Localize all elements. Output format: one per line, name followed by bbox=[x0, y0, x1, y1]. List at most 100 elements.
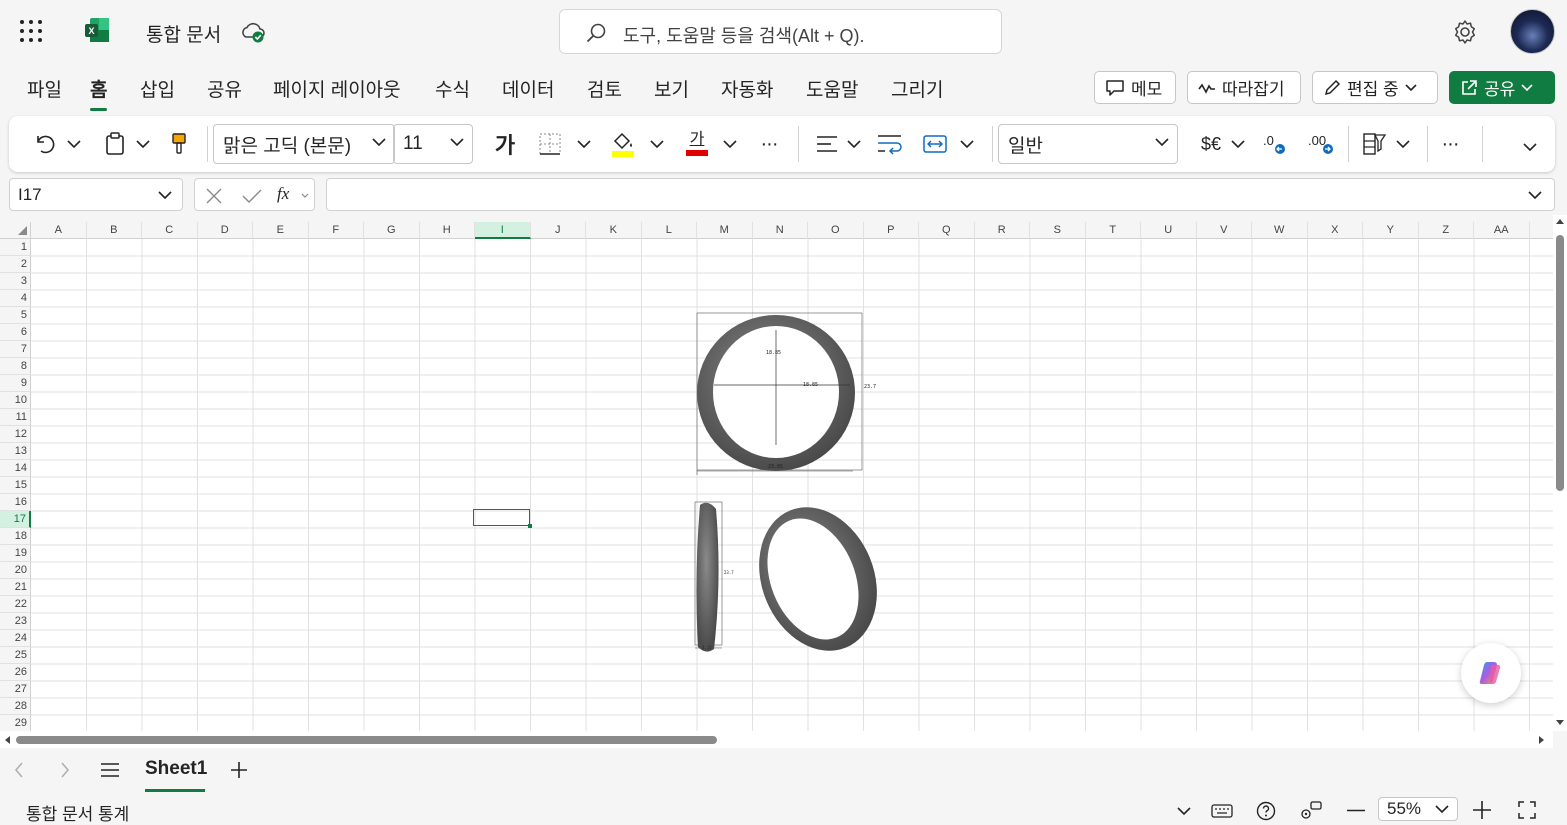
merge-dropdown[interactable] bbox=[957, 128, 977, 160]
column-header[interactable]: Y bbox=[1363, 222, 1419, 239]
column-header[interactable]: K bbox=[586, 222, 642, 239]
column-header[interactable]: P bbox=[864, 222, 919, 239]
tab-view[interactable]: 보기 bbox=[654, 75, 689, 102]
row-header[interactable]: 2 bbox=[0, 256, 31, 273]
number-format-dropdown[interactable]: 일반 bbox=[998, 124, 1178, 164]
app-launcher-icon[interactable] bbox=[20, 20, 42, 42]
column-header[interactable]: T bbox=[1086, 222, 1141, 239]
font-name-dropdown[interactable]: 맑은 고딕 (본문) bbox=[213, 124, 395, 164]
editing-mode-button[interactable]: 편집 중 bbox=[1312, 71, 1438, 104]
conditional-format-button[interactable] bbox=[1361, 128, 1389, 160]
tab-share[interactable]: 공유 bbox=[207, 75, 242, 102]
enter-icon[interactable] bbox=[241, 187, 263, 205]
row-header[interactable]: 26 bbox=[0, 664, 31, 681]
tab-formulas[interactable]: 수식 bbox=[435, 75, 470, 102]
align-dropdown[interactable] bbox=[844, 128, 864, 160]
paste-dropdown[interactable] bbox=[133, 128, 153, 160]
column-header[interactable]: A bbox=[31, 222, 87, 239]
row-header[interactable]: 21 bbox=[0, 579, 31, 596]
column-header[interactable]: D bbox=[198, 222, 253, 239]
currency-dropdown[interactable] bbox=[1228, 128, 1248, 160]
column-header[interactable]: S bbox=[1030, 222, 1086, 239]
merge-button[interactable] bbox=[921, 128, 949, 160]
ring-drawing-image[interactable]: 18.85 18.85 23.7 23.85 23.7 3.15 bbox=[690, 310, 890, 655]
spreadsheet-grid[interactable]: A B C D E F G H I J K L M N O P Q R S T U V W X Y Z AA 1 2 3 4 5 6 7 8 9 10… bbox=[0, 222, 1553, 731]
column-header[interactable]: Z bbox=[1419, 222, 1474, 239]
catch-up-button[interactable]: 따라잡기 bbox=[1187, 71, 1301, 104]
borders-dropdown[interactable] bbox=[574, 128, 594, 160]
all-sheets-menu-icon[interactable] bbox=[100, 762, 120, 778]
row-header[interactable]: 28 bbox=[0, 698, 31, 715]
row-header[interactable]: 5 bbox=[0, 307, 31, 324]
row-header[interactable]: 17 bbox=[0, 511, 31, 528]
fullscreen-icon[interactable] bbox=[1518, 801, 1536, 819]
column-header[interactable]: X bbox=[1308, 222, 1363, 239]
tab-help[interactable]: 도움말 bbox=[806, 75, 858, 102]
row-header[interactable]: 27 bbox=[0, 681, 31, 698]
ribbon-expand-button[interactable] bbox=[1520, 131, 1540, 163]
row-header[interactable]: 16 bbox=[0, 494, 31, 511]
row-header[interactable]: 23 bbox=[0, 613, 31, 630]
column-header[interactable]: E bbox=[253, 222, 309, 239]
formula-input[interactable] bbox=[326, 178, 1555, 211]
row-header[interactable]: 15 bbox=[0, 477, 31, 494]
decrease-decimal-button[interactable]: .0 bbox=[1259, 128, 1289, 160]
column-header[interactable]: R bbox=[975, 222, 1030, 239]
memo-button[interactable]: 메모 bbox=[1094, 71, 1176, 104]
share-button[interactable]: 공유 bbox=[1449, 71, 1555, 104]
keyboard-icon[interactable] bbox=[1211, 803, 1233, 819]
zoom-in-icon[interactable] bbox=[1473, 801, 1491, 819]
select-all-corner[interactable] bbox=[0, 222, 31, 239]
column-header[interactable]: C bbox=[142, 222, 198, 239]
currency-button[interactable]: $€ bbox=[1197, 128, 1225, 160]
document-title[interactable]: 통합 문서 bbox=[146, 20, 221, 47]
cancel-icon[interactable] bbox=[205, 187, 223, 205]
column-header[interactable]: N bbox=[753, 222, 808, 239]
increase-decimal-button[interactable]: .00 bbox=[1306, 128, 1336, 160]
next-sheet-icon[interactable] bbox=[60, 762, 70, 778]
row-header[interactable]: 22 bbox=[0, 596, 31, 613]
row-header[interactable]: 14 bbox=[0, 460, 31, 477]
tab-review[interactable]: 검토 bbox=[587, 75, 622, 102]
row-header[interactable]: 8 bbox=[0, 358, 31, 375]
tab-draw[interactable]: 그리기 bbox=[891, 75, 943, 102]
row-header[interactable]: 10 bbox=[0, 392, 31, 409]
workbook-statistics[interactable]: 통합 문서 통계 bbox=[26, 800, 129, 825]
align-button[interactable] bbox=[814, 128, 840, 160]
chevron-down-icon[interactable] bbox=[1528, 191, 1542, 200]
borders-button[interactable] bbox=[536, 128, 564, 160]
row-header[interactable]: 13 bbox=[0, 443, 31, 460]
insert-function-button[interactable]: fx bbox=[277, 184, 289, 204]
tab-home[interactable]: 홈 bbox=[90, 75, 108, 111]
scroll-left-icon[interactable] bbox=[4, 736, 10, 744]
vertical-scroll-thumb[interactable] bbox=[1556, 235, 1564, 491]
column-header[interactable]: B bbox=[87, 222, 142, 239]
vertical-scrollbar[interactable] bbox=[1553, 215, 1567, 731]
tab-file[interactable]: 파일 bbox=[27, 75, 62, 102]
column-header[interactable]: I bbox=[475, 222, 531, 239]
help-icon[interactable] bbox=[1256, 801, 1276, 821]
column-header[interactable]: U bbox=[1141, 222, 1197, 239]
row-header[interactable]: 9 bbox=[0, 375, 31, 392]
horizontal-scroll-thumb[interactable] bbox=[16, 736, 717, 744]
column-header[interactable]: O bbox=[808, 222, 864, 239]
row-header[interactable]: 12 bbox=[0, 426, 31, 443]
font-size-dropdown[interactable]: 11 bbox=[393, 124, 473, 164]
font-color-button[interactable]: 가 bbox=[683, 128, 711, 160]
tab-data[interactable]: 데이터 bbox=[502, 75, 554, 102]
zoom-out-icon[interactable] bbox=[1347, 809, 1365, 812]
fill-color-button[interactable] bbox=[609, 128, 637, 160]
bold-button[interactable]: 가 bbox=[490, 128, 520, 160]
tab-insert[interactable]: 삽입 bbox=[140, 75, 175, 102]
row-header[interactable]: 1 bbox=[0, 239, 31, 256]
more-options-button[interactable]: ··· bbox=[1434, 128, 1466, 160]
active-cell[interactable] bbox=[473, 509, 532, 528]
chevron-down-icon[interactable] bbox=[301, 193, 309, 199]
gear-icon[interactable] bbox=[1452, 19, 1478, 45]
column-header[interactable]: L bbox=[642, 222, 697, 239]
row-header[interactable]: 6 bbox=[0, 324, 31, 341]
scroll-up-icon[interactable] bbox=[1556, 218, 1564, 224]
column-header[interactable]: V bbox=[1197, 222, 1252, 239]
tab-automate[interactable]: 자동화 bbox=[721, 75, 773, 102]
row-header[interactable]: 29 bbox=[0, 715, 31, 731]
